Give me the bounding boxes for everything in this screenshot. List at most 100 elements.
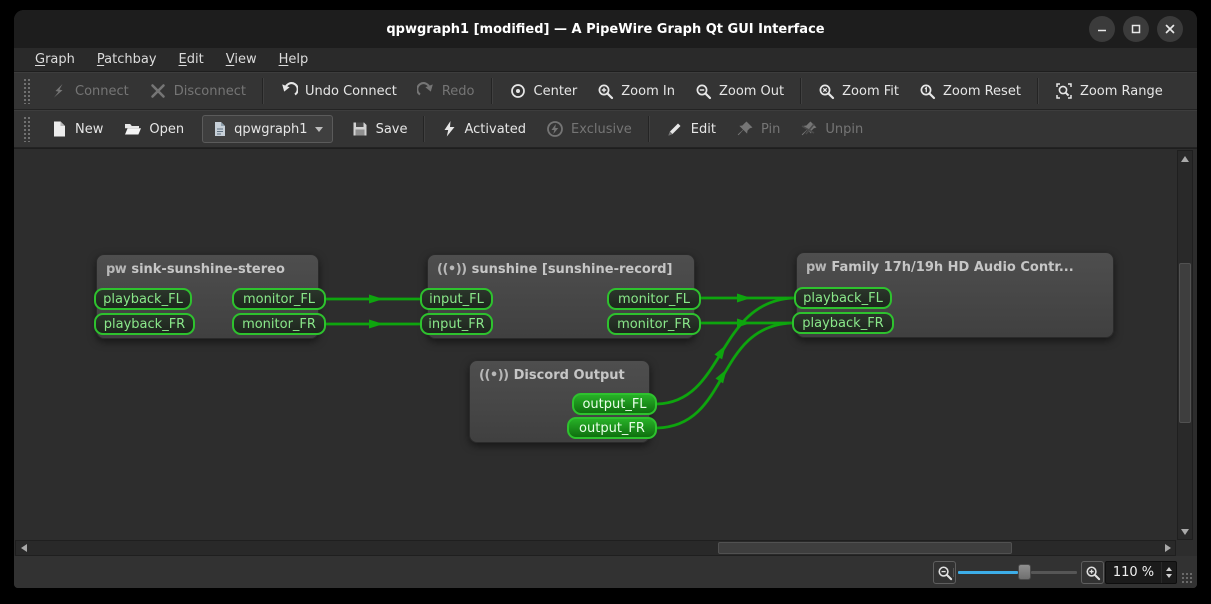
spin-up-icon[interactable]	[1166, 564, 1172, 571]
wire-arrow	[369, 320, 383, 329]
edit-patchbay-button[interactable]: Edit	[656, 114, 726, 144]
node-title: Discord Output	[514, 368, 625, 383]
scroll-right-button[interactable]	[1161, 541, 1175, 555]
window-title: qpwgraph1 [modified] — A PipeWire Graph …	[386, 22, 824, 37]
scroll-left-button[interactable]	[16, 541, 30, 555]
maximize-button[interactable]	[1123, 16, 1149, 42]
triangle-left-icon	[17, 544, 27, 552]
toolbar-separator	[648, 116, 650, 142]
connection-wires	[14, 149, 1177, 541]
zoom-range-button[interactable]: Zoom Range	[1045, 76, 1173, 106]
port-family-playback-fl[interactable]: playback_FL	[794, 287, 892, 309]
slider-track-filled	[958, 571, 1018, 574]
menu-view[interactable]: View	[215, 50, 268, 69]
toolbar-separator	[1037, 78, 1039, 104]
toolbar-separator	[491, 78, 493, 104]
zoom-in-icon	[597, 83, 614, 100]
connect-icon	[50, 82, 68, 100]
patchbay-select-value: qpwgraph1	[234, 122, 307, 137]
exclusive-bolt-icon	[546, 120, 564, 138]
close-icon	[1163, 22, 1177, 36]
unpin-icon	[800, 120, 818, 138]
pin-button[interactable]: Pin	[726, 114, 790, 144]
zoom-reset-icon	[919, 83, 936, 100]
activated-toggle[interactable]: Activated	[431, 114, 536, 144]
close-button[interactable]	[1157, 16, 1183, 42]
port-sink-monitor-fl[interactable]: monitor_FL	[232, 288, 326, 310]
zoom-range-icon	[1055, 82, 1073, 100]
menu-edit[interactable]: Edit	[168, 50, 215, 69]
port-sunshine-input-fl[interactable]: input_FL	[420, 288, 493, 310]
port-sunshine-monitor-fl[interactable]: monitor_FL	[607, 288, 701, 310]
port-sink-playback-fl[interactable]: playback_FL	[94, 288, 192, 310]
vertical-scrollbar-thumb[interactable]	[1179, 263, 1191, 423]
zoom-out-button[interactable]: Zoom Out	[685, 76, 794, 106]
save-patchbay-button[interactable]: Save	[341, 114, 418, 144]
port-discord-output-fl[interactable]: output_FL	[572, 393, 657, 415]
zoom-slider[interactable]	[958, 561, 1077, 583]
zoom-percent-spinbox[interactable]: 110 %	[1105, 561, 1177, 584]
toolbar-separator	[423, 116, 425, 142]
toolbar-drag-handle[interactable]	[23, 78, 31, 104]
port-discord-output-fr[interactable]: output_FR	[567, 417, 657, 439]
stream-icon: ((•))	[437, 262, 467, 277]
minimize-button[interactable]	[1089, 16, 1115, 42]
scroll-up-button[interactable]	[1178, 151, 1192, 165]
connect-button[interactable]: Connect	[40, 76, 139, 106]
app-window: qpwgraph1 [modified] — A PipeWire Graph …	[14, 10, 1197, 588]
minimize-icon	[1095, 22, 1109, 36]
redo-button[interactable]: Redo	[407, 76, 485, 106]
triangle-right-icon	[1165, 544, 1175, 552]
menubar: Graph Patchbay Edit View Help	[14, 48, 1197, 72]
horizontal-scrollbar-thumb[interactable]	[718, 542, 1012, 554]
triangle-down-icon	[1181, 529, 1189, 539]
port-sunshine-monitor-fr[interactable]: monitor_FR	[607, 313, 701, 335]
menu-graph[interactable]: Graph	[24, 50, 86, 69]
port-sink-playback-fr[interactable]: playback_FR	[94, 313, 195, 335]
zoom-fit-icon	[818, 83, 835, 100]
activated-bolt-icon	[441, 120, 457, 138]
slider-tick	[953, 568, 954, 577]
statusbar: 110 %	[14, 556, 1197, 588]
graph-canvas[interactable]: pw sink-sunshine-stereo ((•)) sunshine […	[14, 148, 1197, 556]
open-patchbay-button[interactable]: Open	[113, 114, 194, 144]
node-title: Family 17h/19h HD Audio Contr...	[831, 260, 1073, 275]
zoom-fit-button[interactable]: Zoom Fit	[808, 76, 909, 106]
triangle-up-icon	[1181, 152, 1189, 162]
menu-patchbay[interactable]: Patchbay	[86, 50, 168, 69]
pipewire-icon: pw	[806, 260, 826, 275]
patchbay-select[interactable]: qpwgraph1	[202, 115, 332, 143]
undo-icon	[280, 82, 298, 100]
toolbar-separator	[262, 78, 264, 104]
new-patchbay-button[interactable]: New	[40, 114, 113, 144]
port-sunshine-input-fr[interactable]: input_FR	[420, 313, 493, 335]
open-folder-icon	[123, 120, 142, 138]
menu-help[interactable]: Help	[268, 50, 320, 69]
zoom-in-button[interactable]: Zoom In	[587, 76, 685, 106]
disconnect-button[interactable]: Disconnect	[139, 76, 256, 106]
disconnect-icon	[149, 82, 167, 100]
port-family-playback-fr[interactable]: playback_FR	[792, 312, 894, 334]
zoom-reset-button[interactable]: Zoom Reset	[909, 76, 1031, 106]
new-file-icon	[50, 120, 68, 138]
exclusive-toggle[interactable]: Exclusive	[536, 114, 642, 144]
zoom-percent-value: 110 %	[1106, 565, 1161, 580]
resize-grip[interactable]	[1181, 572, 1193, 584]
scroll-down-button[interactable]	[1178, 525, 1192, 539]
stream-icon: ((•))	[479, 368, 509, 383]
undo-connect-button[interactable]: Undo Connect	[270, 76, 407, 106]
statusbar-zoom-in-button[interactable]	[1081, 561, 1104, 584]
chevron-down-icon	[315, 127, 323, 136]
port-sink-monitor-fr[interactable]: monitor_FR	[232, 313, 326, 335]
edit-pencil-icon	[666, 120, 684, 138]
toolbar-drag-handle[interactable]	[23, 116, 31, 142]
slider-handle[interactable]	[1018, 564, 1031, 580]
horizontal-scrollbar[interactable]	[15, 540, 1176, 556]
spin-down-icon[interactable]	[1166, 574, 1172, 581]
center-button[interactable]: Center	[499, 76, 588, 106]
titlebar[interactable]: qpwgraph1 [modified] — A PipeWire Graph …	[14, 10, 1197, 48]
unpin-button[interactable]: Unpin	[790, 114, 873, 144]
vertical-scrollbar[interactable]	[1177, 150, 1193, 540]
node-title: sunshine [sunshine-record]	[472, 262, 673, 277]
toolbar-separator	[800, 78, 802, 104]
